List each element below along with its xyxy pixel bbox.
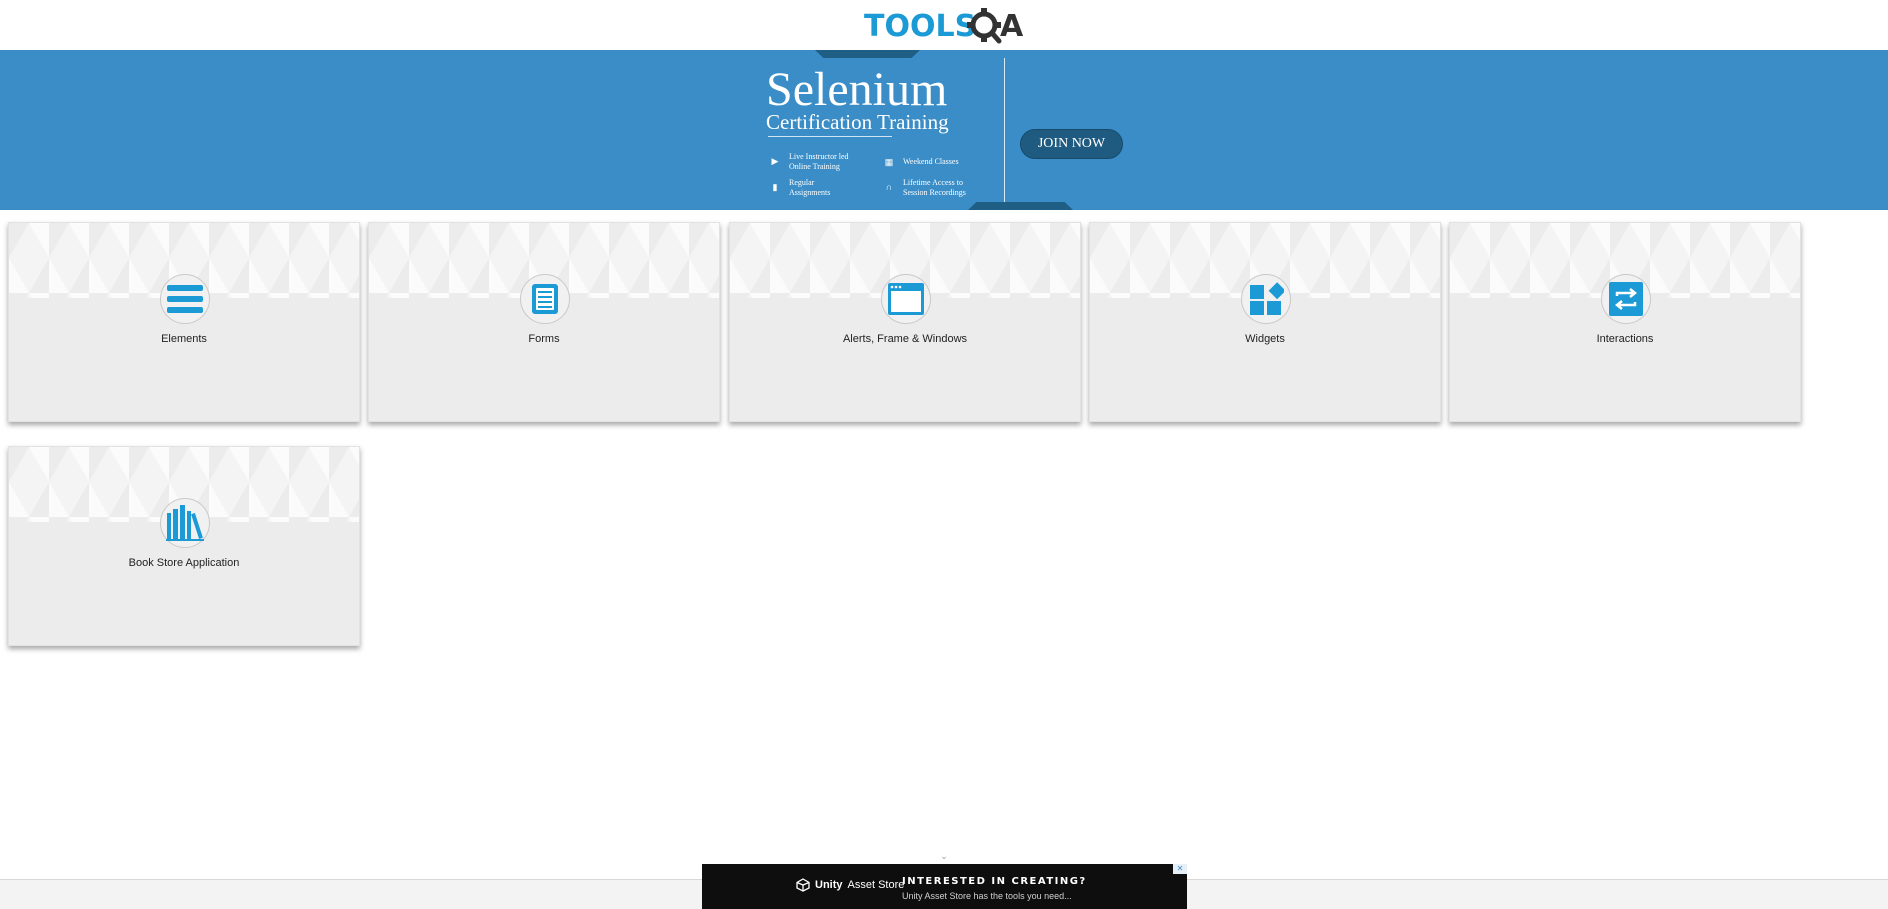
unity-cube-icon (796, 878, 810, 892)
feature-live-training: ▶ Live Instructor led Online Training (769, 152, 865, 171)
feature-text: Live Instructor led Online Training (789, 152, 849, 171)
ad-brand-name: Unity (815, 879, 843, 891)
card-label: Alerts, Frame & Windows (842, 333, 968, 345)
banner-underline (768, 136, 892, 137)
feature-text: Weekend Classes (903, 157, 959, 167)
close-icon[interactable]: ✕ (1173, 864, 1187, 874)
chevron-down-icon[interactable]: ⌄ (938, 852, 950, 861)
card-elements[interactable]: Elements (8, 222, 360, 422)
banner-tab-decoration (968, 202, 1073, 210)
form-document-icon (520, 274, 570, 324)
feature-text: Regular Assignments (789, 178, 831, 197)
unity-logo: Unity Asset Store (796, 878, 904, 892)
swap-arrows-icon (1601, 274, 1651, 324)
card-label: Forms (528, 333, 560, 345)
toolsqa-logo[interactable]: TOOLS A (862, 6, 1026, 46)
document-icon: ▮ (772, 182, 778, 193)
hamburger-lines-icon (160, 274, 210, 324)
unity-ad-banner[interactable]: ✕ Unity Asset Store INTERESTED IN CREATI… (702, 864, 1187, 909)
join-now-button[interactable]: JOIN NOW (1020, 129, 1123, 159)
widget-blocks-icon (1241, 274, 1291, 324)
logo-text: TOOLS (864, 9, 976, 44)
banner-tab-decoration (815, 50, 920, 58)
card-interactions[interactable]: Interactions (1449, 222, 1801, 422)
ad-text: Unity Asset Store has the tools you need… (902, 891, 1072, 901)
card-alerts-frame-windows[interactable]: Alerts, Frame & Windows (729, 222, 1081, 422)
card-label: Widgets (1245, 333, 1285, 345)
card-label: Elements (161, 333, 207, 345)
card-book-store-application[interactable]: Book Store Application (8, 446, 360, 646)
card-forms[interactable]: Forms (368, 222, 720, 422)
card-label: Book Store Application (128, 557, 240, 569)
feature-lifetime-access: ∩ Lifetime Access to Session Recordings (883, 178, 973, 197)
feature-assignments: ▮ Regular Assignments (769, 178, 839, 197)
banner-divider (1004, 58, 1005, 202)
calendar-icon: ▦ (884, 156, 894, 167)
logo-suffix: A (1000, 9, 1024, 44)
banner-title: Selenium (766, 63, 948, 116)
headphones-icon: ∩ (885, 182, 893, 193)
selenium-training-banner[interactable]: Selenium Certification Training ▶ Live I… (0, 50, 1888, 210)
browser-window-icon (881, 274, 931, 324)
feature-text: Lifetime Access to Session Recordings (903, 178, 966, 197)
play-icon: ▶ (771, 156, 779, 167)
banner-subtitle: Certification Training (766, 110, 949, 134)
card-widgets[interactable]: Widgets (1089, 222, 1441, 422)
ad-brand-suffix: Asset Store (847, 879, 905, 891)
card-label: Interactions (1596, 333, 1654, 345)
books-icon (160, 498, 210, 548)
feature-weekend-classes: ▦ Weekend Classes (883, 156, 979, 168)
site-header: TOOLS A (0, 0, 1888, 50)
ad-headline: INTERESTED IN CREATING? (902, 876, 1087, 887)
